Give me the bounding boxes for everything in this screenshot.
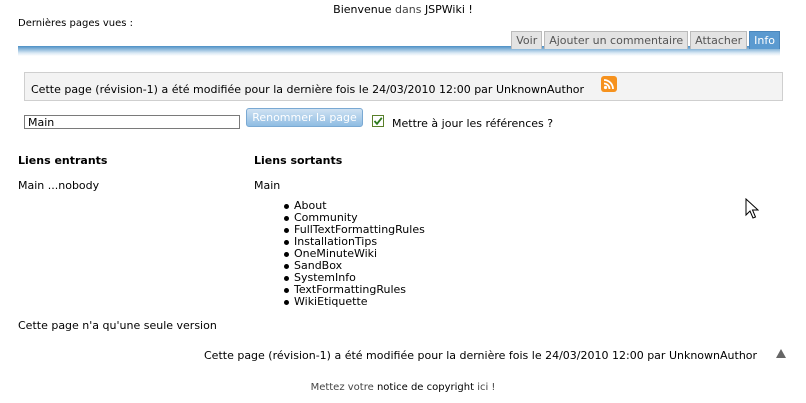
- copyright-line: Mettez votre notice de copyright ici !: [0, 382, 806, 393]
- incoming-link-item[interactable]: Main ...nobody: [18, 179, 99, 192]
- outgoing-link-root[interactable]: Main: [254, 179, 280, 192]
- outgoing-link-wikietiquette[interactable]: WikiEtiquette: [284, 296, 425, 308]
- welcome-site-link[interactable]: JSPWiki !: [425, 3, 473, 16]
- outgoing-links-list: About Community FullTextFormattingRules …: [284, 200, 425, 308]
- copyright-prefix: Mettez votre: [310, 382, 374, 393]
- copyright-suffix: ici !: [477, 382, 496, 393]
- footer-modified-info: Cette page (révision-1) a été modifiée p…: [204, 349, 758, 362]
- welcome-banner: Bienvenue dans JSPWiki !: [0, 3, 806, 16]
- tab-add-comment[interactable]: Ajouter un commentaire: [544, 31, 689, 49]
- recent-pages-label: Dernières pages vues :: [18, 18, 134, 29]
- back-to-top-icon[interactable]: [776, 349, 786, 358]
- page-info-box: Cette page (révision-1) a été modifiée p…: [24, 72, 783, 101]
- tab-bar: Voir Ajouter un commentaire Attacher Inf…: [511, 31, 780, 49]
- rss-feed-icon[interactable]: [601, 76, 617, 92]
- welcome-prefix: Bienvenue: [333, 3, 392, 16]
- outgoing-links-heading: Liens sortants: [254, 154, 343, 167]
- copyright-notice-link[interactable]: notice de copyright: [377, 382, 474, 393]
- mouse-pointer-icon: [745, 197, 760, 223]
- welcome-middle: dans: [395, 3, 422, 16]
- rename-page-input[interactable]: [24, 115, 240, 129]
- incoming-links-heading: Liens entrants: [18, 154, 108, 167]
- update-references-label: Mettre à jour les références ?: [392, 117, 554, 130]
- tab-attach[interactable]: Attacher: [690, 31, 748, 49]
- page-modified-info: Cette page (révision-1) a été modifiée p…: [31, 83, 585, 96]
- update-references-checkbox[interactable]: [372, 115, 384, 127]
- single-version-note: Cette page n'a qu'une seule version: [18, 319, 217, 332]
- rename-page-button[interactable]: Renommer la page: [246, 108, 363, 127]
- tab-info[interactable]: Info: [749, 31, 780, 49]
- tab-view[interactable]: Voir: [511, 31, 543, 49]
